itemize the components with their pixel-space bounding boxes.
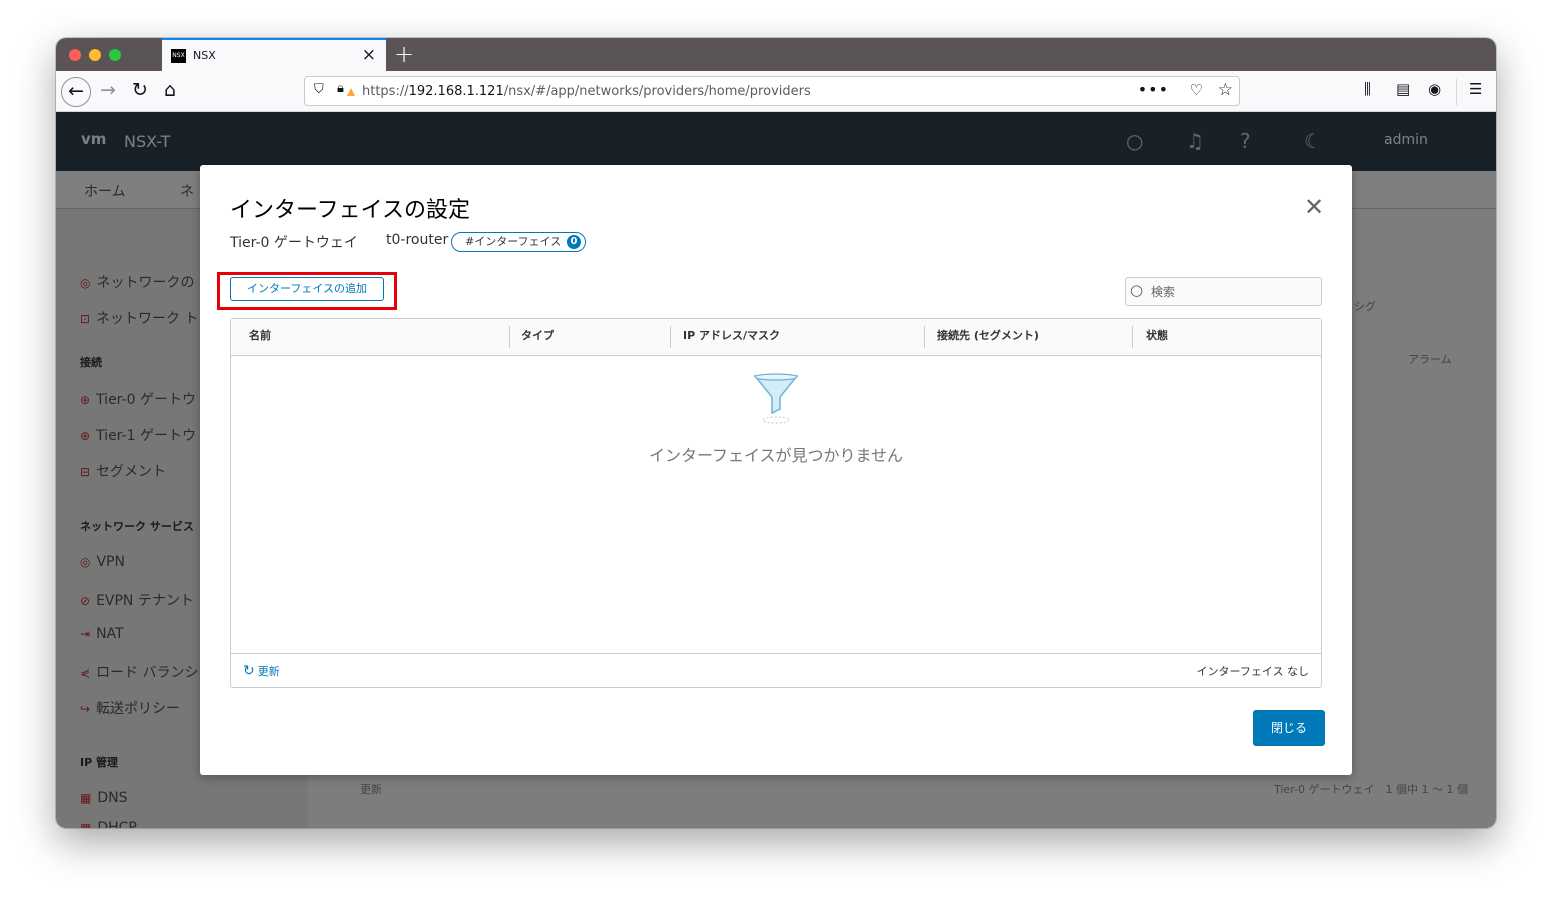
refresh-button[interactable]: ↻ 更新 xyxy=(243,663,280,679)
column-ip[interactable]: IP アドレス/マスク xyxy=(665,319,780,356)
close-window-button[interactable] xyxy=(69,49,81,61)
column-type[interactable]: タイプ xyxy=(503,319,554,356)
bookmark-star-icon[interactable]: ☆ xyxy=(1218,80,1233,100)
toolbar-divider xyxy=(1456,79,1457,105)
interfaces-table: 名前 タイプ IP アドレス/マスク 接続先 (セグメント) 状態 インターフェ… xyxy=(230,318,1322,688)
empty-filter-icon xyxy=(753,373,799,424)
empty-message: インターフェイスが見つかりません xyxy=(648,446,904,465)
url-bar[interactable]: ⛉ 🔒︎ https://192.168.1.121/nsx/#/app/net… xyxy=(304,76,1240,106)
url-text[interactable]: https://192.168.1.121/nsx/#/app/networks… xyxy=(362,84,811,99)
account-icon[interactable]: ◉ xyxy=(1428,80,1441,98)
search-input[interactable] xyxy=(1151,282,1317,302)
add-interface-button[interactable]: インターフェイスの追加 xyxy=(230,277,384,301)
refresh-icon: ↻ xyxy=(243,663,255,679)
column-status[interactable]: 状態 xyxy=(1128,319,1168,356)
navigation-bar: ← → ↻ ⌂ ⛉ 🔒︎ https://192.168.1.121/nsx/#… xyxy=(56,71,1496,112)
column-connected-to[interactable]: 接続先 (セグメント) xyxy=(919,319,1039,356)
interface-count-pill: #インターフェイス 0 xyxy=(451,232,586,252)
browser-window: NSX NSX × + ← → ↻ ⌂ ⛉ 🔒︎ https://192.168… xyxy=(56,38,1496,828)
router-name: t0-router xyxy=(386,232,449,248)
tab-bar: NSX NSX × + xyxy=(56,38,1496,71)
search-icon: ○ xyxy=(1130,281,1144,299)
table-footer: ↻ 更新 インターフェイス なし xyxy=(231,653,1321,687)
forward-icon[interactable]: → xyxy=(100,77,116,104)
back-icon[interactable]: ← xyxy=(61,77,91,107)
home-icon[interactable]: ⌂ xyxy=(164,77,176,104)
gateway-type-label: Tier-0 ゲートウェイ xyxy=(230,235,358,251)
count-badge: 0 xyxy=(567,235,581,249)
tracking-shield-icon[interactable]: ⛉ xyxy=(314,82,324,97)
page-actions-icon[interactable]: ••• xyxy=(1138,80,1169,99)
library-icon[interactable]: ⫼ xyxy=(1364,80,1371,98)
warning-icon xyxy=(347,88,355,96)
pocket-icon[interactable]: ♡ xyxy=(1190,81,1203,99)
dialog-title: インターフェイスの設定 xyxy=(230,198,471,223)
search-box[interactable]: ○ xyxy=(1125,277,1322,306)
close-button[interactable]: 閉じる xyxy=(1253,710,1325,746)
reload-icon[interactable]: ↻ xyxy=(132,77,148,104)
minimize-window-button[interactable] xyxy=(89,49,101,61)
column-name[interactable]: 名前 xyxy=(231,319,271,356)
browser-tab[interactable]: NSX NSX × xyxy=(162,38,386,71)
menu-icon[interactable]: ☰ xyxy=(1469,80,1482,98)
new-tab-icon[interactable]: + xyxy=(394,40,414,68)
close-tab-icon[interactable]: × xyxy=(362,45,376,65)
lock-icon[interactable]: 🔒︎ xyxy=(337,81,344,96)
sidebar-icon[interactable]: ▤ xyxy=(1396,80,1410,98)
table-header: 名前 タイプ IP アドレス/マスク 接続先 (セグメント) 状態 xyxy=(231,319,1321,356)
close-icon[interactable]: ✕ xyxy=(1304,195,1324,219)
nsx-favicon-icon: NSX xyxy=(171,49,186,63)
footer-count: インターフェイス なし xyxy=(1196,665,1309,678)
tab-title: NSX xyxy=(193,49,216,62)
zoom-window-button[interactable] xyxy=(109,49,121,61)
set-interfaces-dialog: インターフェイスの設定 ✕ Tier-0 ゲートウェイ t0-router #イ… xyxy=(200,165,1352,775)
